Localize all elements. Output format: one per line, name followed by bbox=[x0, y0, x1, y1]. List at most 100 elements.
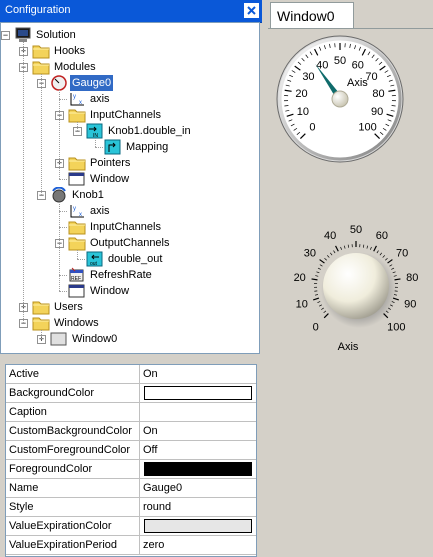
folder-icon bbox=[68, 219, 86, 235]
knob-tick bbox=[333, 250, 336, 254]
knob-axis-label: Axis bbox=[338, 341, 359, 353]
gauge-tick-label: 30 bbox=[302, 71, 314, 83]
property-name: ForegroundColor bbox=[9, 463, 93, 475]
knob-tick bbox=[314, 294, 319, 296]
knob-tick bbox=[313, 297, 320, 301]
tree-node-label: double_out bbox=[108, 253, 163, 265]
property-row[interactable]: Caption bbox=[6, 403, 256, 422]
color-swatch[interactable] bbox=[144, 519, 252, 533]
knob-tick bbox=[394, 278, 401, 281]
column-divider bbox=[139, 479, 140, 497]
knob-tick bbox=[315, 275, 319, 277]
property-row[interactable]: ForegroundColor bbox=[6, 460, 256, 479]
tree-node-label: Modules bbox=[54, 61, 96, 73]
folder-icon bbox=[32, 43, 50, 59]
tab-window0[interactable]: Window0 bbox=[270, 2, 354, 28]
refresh-rate-icon: REF bbox=[68, 267, 86, 283]
gauge-widget[interactable]: 010203040 50 60708090100Axis bbox=[268, 30, 433, 185]
tab-divider bbox=[268, 28, 433, 29]
window-icon bbox=[68, 283, 86, 299]
property-value[interactable]: Off bbox=[143, 444, 157, 456]
knob-tick bbox=[370, 246, 372, 250]
computer-icon bbox=[14, 27, 32, 43]
knob-tick bbox=[382, 255, 386, 258]
property-value[interactable]: On bbox=[143, 425, 158, 437]
knob-widget[interactable]: 0 10 20 30 40 50 60 70 80 90 100 Axis bbox=[268, 218, 433, 363]
svg-text:x: x bbox=[79, 100, 82, 106]
tree-node-label: axis bbox=[90, 93, 110, 105]
property-row[interactable]: Active On bbox=[6, 365, 256, 384]
tree-connector bbox=[41, 74, 42, 195]
column-divider bbox=[139, 403, 140, 421]
property-name: ValueExpirationPeriod bbox=[9, 539, 118, 551]
color-swatch[interactable] bbox=[144, 386, 252, 400]
knob-tick-label: 60 bbox=[376, 230, 388, 242]
property-value[interactable]: Gauge0 bbox=[143, 482, 182, 494]
gauge-axis-label: Axis bbox=[347, 77, 368, 89]
gauge-tick-label: 80 bbox=[372, 88, 384, 100]
property-grid[interactable]: Active On BackgroundColor Caption CustomBack… bbox=[5, 364, 257, 557]
column-divider bbox=[139, 498, 140, 516]
svg-text:x: x bbox=[79, 212, 82, 218]
column-divider bbox=[139, 384, 140, 402]
window-view: Window0 0 10 20 30 40 50 60 70 80 90 100 Axis 0 10 20… bbox=[268, 0, 433, 557]
solution-tree[interactable]: − Solution + Hooks − Modules − Gauge0 y x axis − Inp… bbox=[0, 22, 260, 354]
close-button[interactable] bbox=[244, 3, 259, 18]
axis-icon: yx bbox=[68, 203, 86, 219]
knob-tick-label: 10 bbox=[296, 299, 308, 311]
svg-text:y: y bbox=[73, 206, 76, 212]
tab-label: Window0 bbox=[277, 8, 335, 24]
tree-node-label: Solution bbox=[36, 29, 76, 41]
property-value[interactable]: round bbox=[143, 501, 171, 513]
property-row[interactable]: Name Gauge0 bbox=[6, 479, 256, 498]
knob-tick bbox=[340, 246, 342, 250]
property-row[interactable]: Style round bbox=[6, 498, 256, 517]
tree-node-label: Pointers bbox=[90, 157, 131, 169]
tree-connector bbox=[59, 227, 67, 228]
tree-node-label: axis bbox=[90, 205, 110, 217]
knob-body[interactable] bbox=[323, 253, 389, 319]
tree-node-label: Knob1 bbox=[72, 189, 104, 201]
knob-tick bbox=[317, 267, 321, 270]
color-swatch[interactable] bbox=[144, 462, 252, 476]
tree-connector bbox=[95, 147, 103, 148]
property-value[interactable]: zero bbox=[143, 539, 164, 551]
svg-text:REF: REF bbox=[71, 276, 81, 282]
property-row[interactable]: CustomBackgroundColor On bbox=[6, 422, 256, 441]
knob-tick bbox=[324, 257, 327, 261]
knob-tick bbox=[311, 278, 318, 281]
collapse-button[interactable]: − bbox=[1, 31, 10, 40]
gauge-tick-label: 0 bbox=[309, 122, 315, 134]
property-row[interactable]: ValueExpirationColor bbox=[6, 517, 256, 536]
tree-node-label: Window bbox=[90, 285, 130, 297]
knob-tick bbox=[319, 304, 322, 307]
tree-connector bbox=[59, 275, 67, 276]
knob-tick bbox=[393, 275, 397, 277]
tree-node-label: Windows bbox=[54, 317, 99, 329]
tree-node-label: Users bbox=[54, 301, 83, 313]
property-name: ValueExpirationColor bbox=[9, 520, 112, 532]
knob-tick-label: 30 bbox=[304, 247, 316, 259]
input-channel-icon: IN bbox=[86, 123, 104, 139]
tree-connector bbox=[59, 99, 67, 100]
property-value[interactable]: On bbox=[143, 368, 158, 380]
property-row[interactable]: CustomForegroundColor Off bbox=[6, 441, 256, 460]
knob-tick bbox=[319, 259, 325, 264]
knob-tick-label: 50 bbox=[350, 224, 362, 236]
knob-tick bbox=[323, 313, 329, 319]
tree-node-label: InputChannels bbox=[90, 109, 161, 121]
property-row[interactable]: ValueExpirationPeriod zero bbox=[6, 536, 256, 555]
property-row[interactable]: BackgroundColor bbox=[6, 384, 256, 403]
knob-tick-label: 40 bbox=[324, 230, 336, 242]
gauge-tick bbox=[284, 105, 289, 107]
tree-connector bbox=[59, 179, 67, 180]
knob-tick bbox=[317, 301, 321, 304]
tree-connector bbox=[77, 122, 78, 131]
knob-tick bbox=[391, 267, 395, 270]
tree-connector bbox=[59, 202, 60, 291]
knob-tick bbox=[316, 271, 320, 274]
panel-splitter[interactable] bbox=[0, 354, 262, 364]
gauge-tick-label: 20 bbox=[295, 88, 307, 100]
tree-node-label: Window bbox=[90, 173, 130, 185]
mapping-icon bbox=[104, 139, 122, 155]
